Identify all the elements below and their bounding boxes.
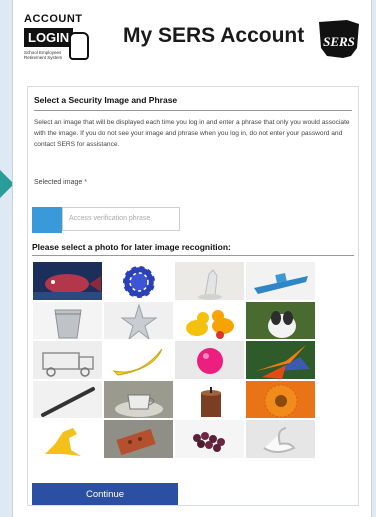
swan-photo[interactable] bbox=[245, 419, 316, 459]
ice-bucket-photo[interactable] bbox=[32, 300, 103, 341]
starfish-photo[interactable] bbox=[103, 300, 174, 341]
bird-of-paradise-photo[interactable] bbox=[245, 340, 316, 380]
poker-chip-photo[interactable] bbox=[103, 261, 174, 301]
description-text: Select an image that will be displayed e… bbox=[34, 119, 350, 148]
grid-title: Please select a photo for later image re… bbox=[32, 242, 231, 252]
banana-photo[interactable] bbox=[103, 340, 174, 380]
divider bbox=[34, 110, 352, 111]
sers-ohio-logo: SERS bbox=[319, 20, 359, 58]
logo-small-text: School Employees Retirement System bbox=[24, 50, 63, 60]
toy-dinosaur-photo[interactable] bbox=[32, 419, 103, 459]
section-title: Select a Security Image and Phrase bbox=[34, 95, 178, 105]
selected-image-preview bbox=[32, 207, 62, 233]
pink-ball-photo[interactable] bbox=[174, 340, 245, 380]
toy-boat-photo[interactable] bbox=[245, 261, 316, 301]
sers-logo-text: SERS bbox=[323, 34, 355, 49]
dog-photo[interactable] bbox=[245, 300, 316, 341]
rubber-ducks-photo[interactable] bbox=[174, 300, 245, 341]
selected-image-text: Selected image bbox=[34, 179, 83, 186]
account-login-logo[interactable]: ACCOUNT LOGIN School Employees Retiremen… bbox=[21, 10, 91, 66]
required-mark: * bbox=[84, 179, 87, 186]
logo-line2: LOGIN bbox=[24, 28, 74, 47]
continue-button[interactable]: Continue bbox=[32, 483, 178, 505]
glass-figurine-photo[interactable] bbox=[174, 261, 245, 301]
access-phrase-input[interactable]: Access verification phrase bbox=[62, 207, 180, 231]
divider bbox=[32, 255, 354, 256]
page-frame: ACCOUNT LOGIN School Employees Retiremen… bbox=[12, 0, 372, 517]
fish-photo[interactable] bbox=[32, 261, 103, 301]
hand-cursor-icon bbox=[69, 32, 89, 60]
photo-grid bbox=[32, 261, 316, 459]
logo-line1: ACCOUNT bbox=[24, 13, 83, 25]
grapes-photo[interactable] bbox=[174, 419, 245, 459]
teacup-photo[interactable] bbox=[103, 379, 174, 420]
candle-photo[interactable] bbox=[174, 379, 245, 420]
security-form: Select a Security Image and Phrase Selec… bbox=[27, 86, 359, 506]
selected-image-label: Selected image * bbox=[34, 179, 87, 186]
brick-photo[interactable] bbox=[103, 419, 174, 459]
orange-flower-photo[interactable] bbox=[245, 379, 316, 420]
lighter-photo[interactable] bbox=[32, 379, 103, 420]
glass-truck-photo[interactable] bbox=[32, 340, 103, 380]
header: ACCOUNT LOGIN School Employees Retiremen… bbox=[13, 0, 371, 80]
page-title: My SERS Account bbox=[123, 24, 305, 47]
